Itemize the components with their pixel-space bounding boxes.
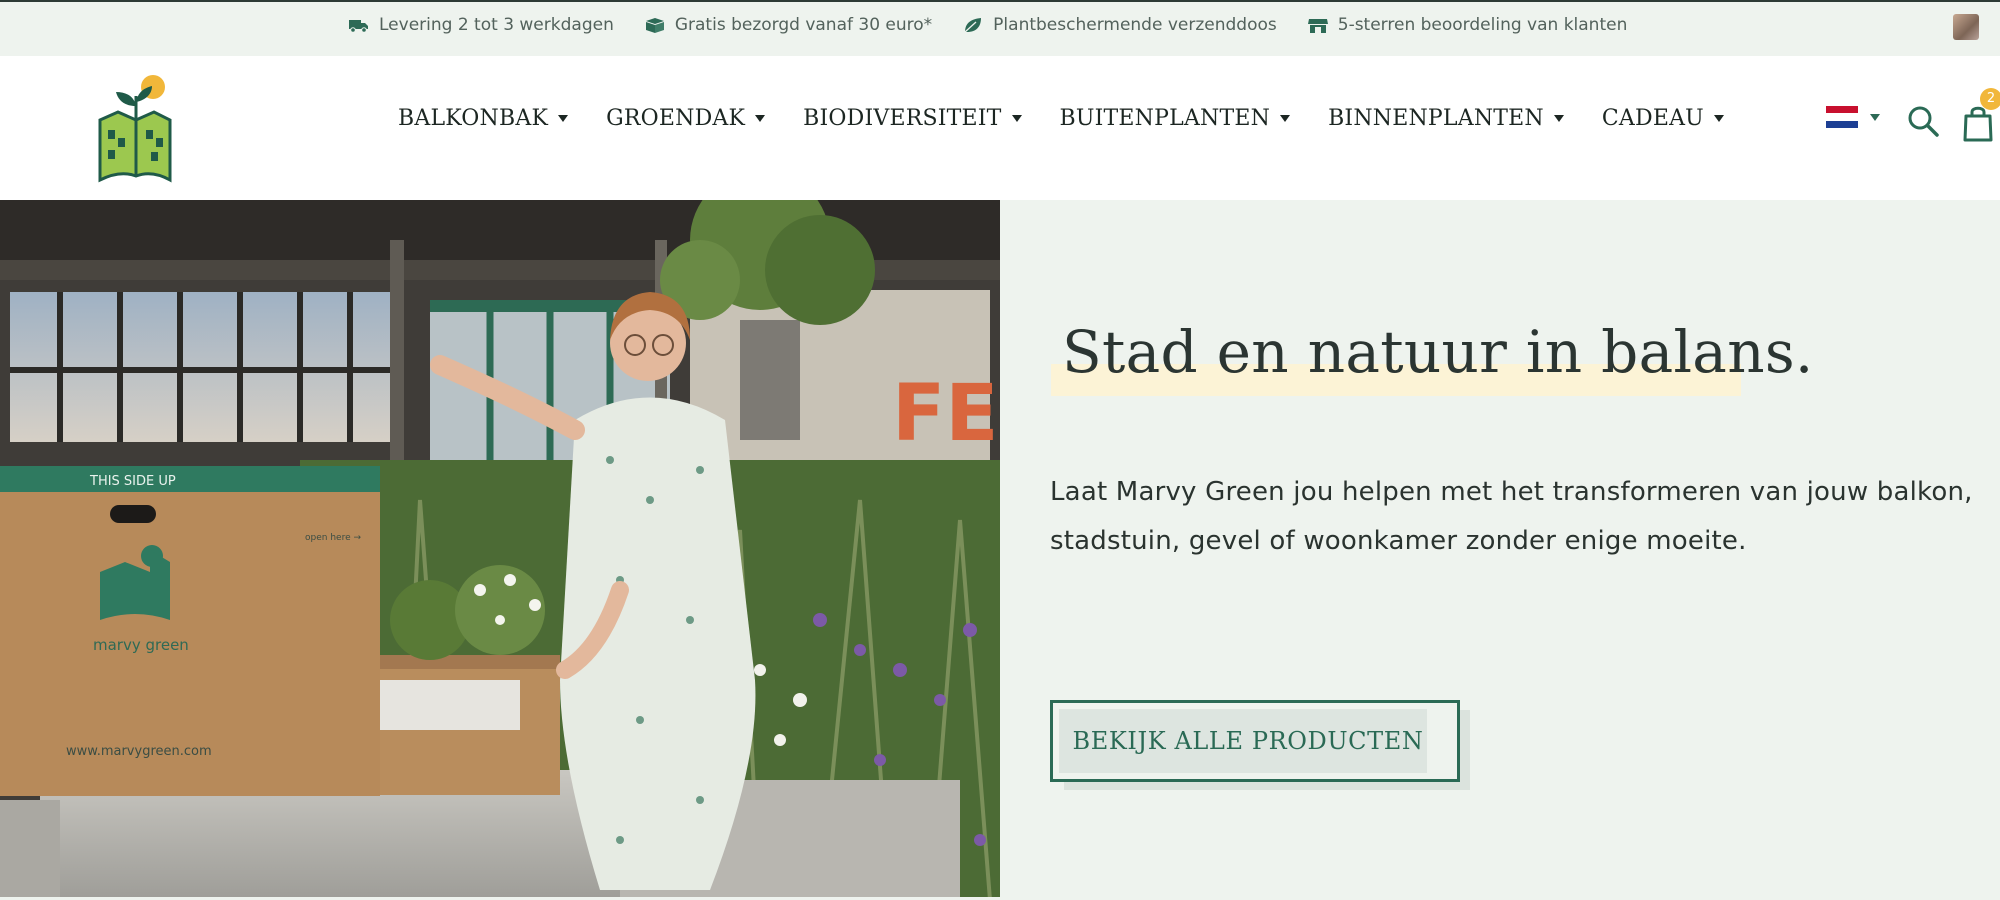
nav-item-balkonbak[interactable]: BALKONBAK [398,106,569,131]
caret-down-icon [755,115,766,122]
main-nav: BALKONBAK GROENDAK BIODIVERSITEIT BUITEN… [398,106,1762,131]
view-all-products-button[interactable]: BEKIJK ALLE PRODUCTEN [1050,700,1460,782]
nav-item-label: BUITENPLANTEN [1059,106,1271,131]
hero-photo: FEN THIS SIDE UP marvy green [0,200,1000,897]
hero-section: FEN THIS SIDE UP marvy green [0,200,2000,900]
caret-down-icon [1553,115,1564,122]
box-url: www.marvygreen.com [66,744,212,759]
nav-item-label: BINNENPLANTEN [1328,106,1544,131]
nav-item-biodiversiteit[interactable]: BIODIVERSITEIT [803,106,1022,131]
svg-text:FEN: FEN [892,369,1000,459]
hero-headline: Stad en natuur in balans. [1062,318,1814,386]
usp-label: 5-sterren beoordeling van klanten [1337,15,1628,35]
caret-down-icon [1713,115,1724,122]
usp-label: Levering 2 tot 3 werkdagen [379,15,614,35]
headline-wrap: Stad en natuur in balans. [1050,318,1814,396]
caret-down-icon [1011,115,1022,122]
box-label: THIS SIDE UP [89,474,176,489]
cart-count-badge[interactable]: 2 [1980,88,2000,110]
marvy-green-logo[interactable] [96,72,176,184]
usp-item-reviews: 5-sterren beoordeling van klanten [1307,15,1628,35]
avatar[interactable] [1953,14,1979,40]
nav-item-buitenplanten[interactable]: BUITENPLANTEN [1060,106,1291,131]
nav-item-label: BIODIVERSITEIT [803,106,1002,131]
usp-item-free-shipping: Gratis bezorgd vanaf 30 euro* [644,15,932,35]
usp-bar: Levering 2 tot 3 werkdagen Gratis bezorg… [0,0,2000,56]
nav-item-groendak[interactable]: GROENDAK [606,106,766,131]
caret-down-icon [1870,113,1880,121]
search-icon [1908,106,1939,137]
caret-down-icon [1280,115,1291,122]
nav-item-binnenplanten[interactable]: BINNENPLANTEN [1328,106,1564,131]
cta-label: BEKIJK ALLE PRODUCTEN [1072,727,1424,755]
nav-item-label: GROENDAK [606,106,746,131]
nav-item-label: BALKONBAK [398,106,549,131]
usp-list: Levering 2 tot 3 werkdagen Gratis bezorg… [348,15,1627,35]
search-button[interactable] [1906,104,1940,138]
nav-item-label: CADEAU [1601,106,1704,131]
leaf-icon [964,18,982,33]
site-header: BALKONBAK GROENDAK BIODIVERSITEIT BUITEN… [0,56,2000,200]
usp-label: Gratis bezorgd vanaf 30 euro* [674,15,933,35]
store-icon [1307,19,1328,33]
caret-down-icon [558,115,569,122]
usp-item-delivery: Levering 2 tot 3 werkdagen [348,15,614,35]
box-icon [645,18,664,33]
hero-content: Stad en natuur in balans. Laat Marvy Gre… [1050,200,1990,900]
usp-item-protective-box: Plantbeschermende verzenddoos [962,15,1277,35]
nav-item-cadeau[interactable]: CADEAU [1602,106,1724,131]
hero-lead-text: Laat Marvy Green jou helpen met het tran… [1050,477,1973,556]
usp-label: Plantbeschermende verzenddoos [993,15,1277,35]
box-open-label: open here → [305,533,361,543]
netherlands-flag-icon [1826,106,1858,128]
language-switcher[interactable] [1826,106,1880,128]
box-brand: marvy green [93,636,189,654]
truck-icon [349,20,368,33]
